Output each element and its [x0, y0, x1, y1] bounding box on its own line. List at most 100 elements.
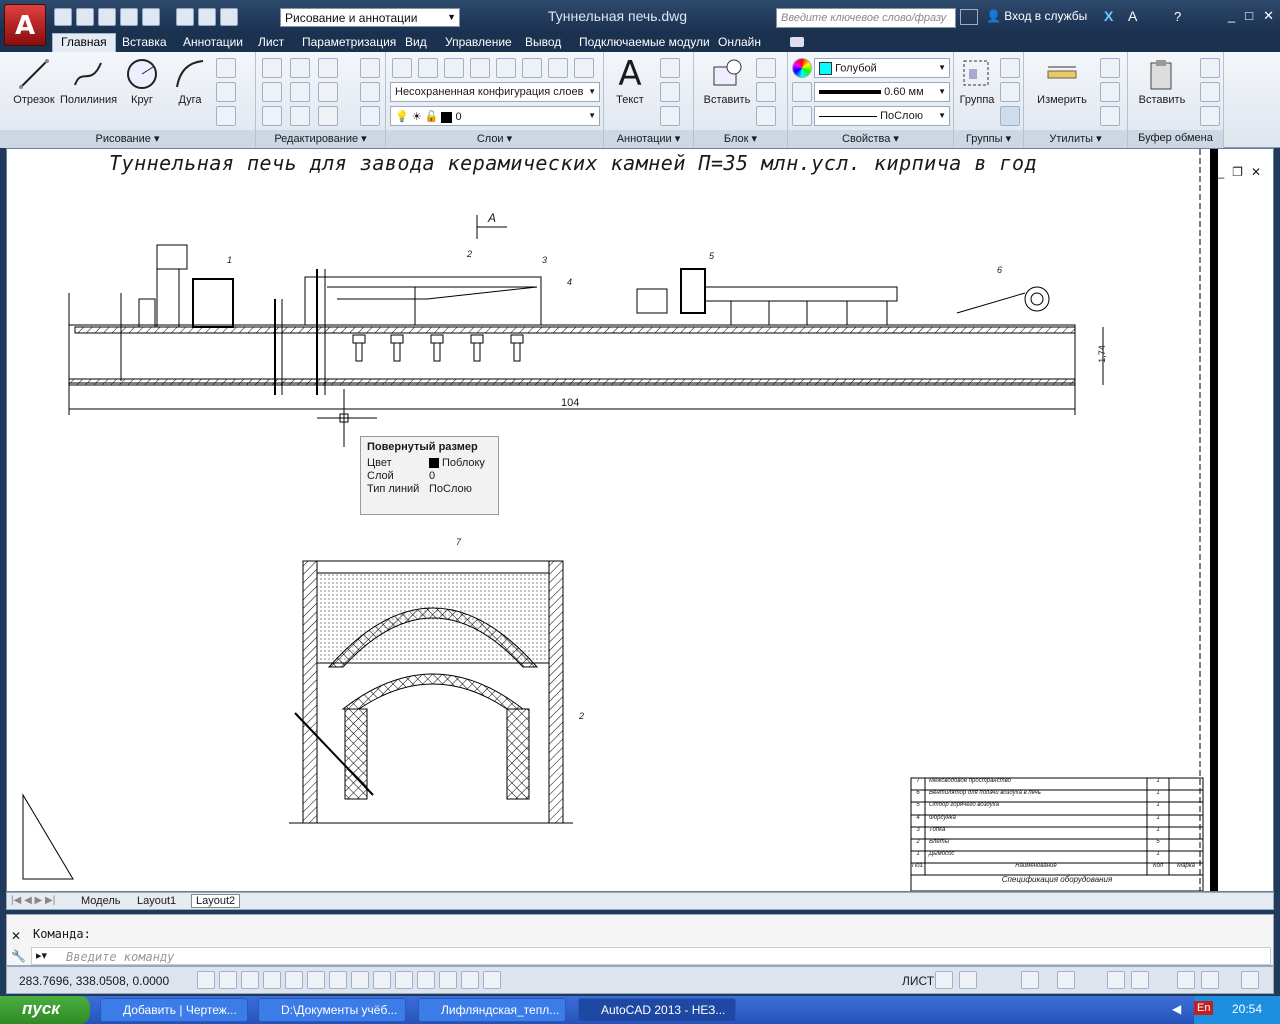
workspace-switch-icon[interactable] — [1107, 971, 1125, 989]
close-icon[interactable]: ✕ — [1263, 8, 1274, 24]
space-toggle[interactable]: ЛИСТ — [902, 974, 934, 988]
tab-layout2[interactable]: Layout2 — [191, 894, 241, 908]
layer-properties-icon[interactable] — [392, 58, 412, 78]
block-attribute-icon[interactable] — [756, 106, 776, 126]
ellipse-icon[interactable] — [216, 82, 236, 102]
select-all-icon[interactable] — [1100, 82, 1120, 102]
help-icon[interactable]: ? — [1174, 9, 1181, 24]
linetype-dropdown[interactable]: ПоСлою ▼ — [814, 106, 950, 126]
lineweight-toggle-icon[interactable] — [417, 971, 435, 989]
otrack-icon[interactable] — [351, 971, 369, 989]
panel-groups-title[interactable]: Группы ▾ — [954, 130, 1023, 148]
erase-icon[interactable] — [360, 58, 380, 78]
minimize-icon[interactable]: _ — [1228, 8, 1235, 24]
group-button[interactable]: Группа — [954, 56, 1000, 106]
panel-properties-title[interactable]: Свойства ▾ — [788, 130, 953, 148]
match-props-icon[interactable] — [1200, 106, 1220, 126]
color-dropdown[interactable]: Голубой ▼ — [814, 58, 950, 78]
selection-cycling-icon[interactable] — [483, 971, 501, 989]
arc-button[interactable]: Дуга — [162, 56, 218, 106]
move-icon[interactable] — [262, 58, 282, 78]
3d-osnap-icon[interactable] — [329, 971, 347, 989]
group-select-icon[interactable] — [1000, 106, 1020, 126]
osnap-icon[interactable] — [307, 971, 325, 989]
layer-match-icon[interactable] — [548, 58, 568, 78]
linetype-icon[interactable] — [792, 106, 812, 126]
transparency-icon[interactable] — [439, 971, 457, 989]
group-edit-icon[interactable] — [1000, 82, 1020, 102]
polyline-button[interactable]: Полилиния — [60, 56, 117, 106]
fillet-icon[interactable] — [318, 82, 338, 102]
isolate-objects-icon[interactable] — [1201, 971, 1219, 989]
create-block-icon[interactable] — [756, 58, 776, 78]
annotation-scale-icon[interactable] — [1057, 971, 1075, 989]
language-indicator[interactable]: En — [1194, 1001, 1214, 1015]
dimension-icon[interactable] — [660, 58, 680, 78]
polar-icon[interactable] — [285, 971, 303, 989]
tab-online[interactable]: Онлайн — [718, 35, 761, 49]
infer-constraints-icon[interactable] — [197, 971, 215, 989]
layer-state-dropdown[interactable]: Несохраненная конфигурация слоев ▼ — [390, 82, 600, 102]
task-autocad[interactable]: AutoCAD 2013 - НЕЗ... — [578, 998, 736, 1022]
tab-layout1[interactable]: Layout1 — [137, 895, 176, 907]
copy-icon[interactable] — [262, 82, 282, 102]
lock-ui-icon[interactable] — [1131, 971, 1149, 989]
publish-icon[interactable] — [142, 8, 160, 26]
layer-isolate-icon[interactable] — [444, 58, 464, 78]
ortho-icon[interactable] — [263, 971, 281, 989]
panel-annotations-title[interactable]: Аннотации ▾ — [604, 130, 693, 148]
save-icon[interactable] — [98, 8, 116, 26]
new-file-icon[interactable] — [54, 8, 72, 26]
ungroup-icon[interactable] — [1000, 58, 1020, 78]
table-icon[interactable] — [660, 106, 680, 126]
panel-block-title[interactable]: Блок ▾ — [694, 130, 787, 148]
binoculars-icon[interactable] — [960, 9, 978, 25]
lineweight-icon[interactable] — [792, 82, 812, 102]
line-button[interactable]: Отрезок — [6, 56, 62, 106]
tab-parametric[interactable]: Параметризация — [302, 35, 396, 49]
stretch-icon[interactable] — [262, 106, 282, 126]
insert-block-button[interactable]: Вставить — [698, 56, 756, 106]
layer-off-icon[interactable] — [470, 58, 490, 78]
tab-annotate[interactable]: Аннотации — [183, 35, 243, 49]
task-explorer[interactable]: D:\Документы учёб... — [258, 998, 406, 1022]
measure-button[interactable]: Измерить — [1030, 56, 1094, 106]
scale-icon[interactable] — [290, 106, 310, 126]
tab-nav-arrows-icon[interactable]: |◀ ◀ ▶ ▶| — [11, 895, 55, 906]
text-button[interactable]: A Текст — [604, 54, 656, 106]
match-properties-icon[interactable] — [792, 58, 812, 78]
paste-button[interactable]: Вставить — [1132, 56, 1192, 106]
quick-view-drawings-icon[interactable] — [959, 971, 977, 989]
explode-icon[interactable] — [360, 82, 380, 102]
tab-layout[interactable]: Лист — [258, 35, 284, 49]
layer-walk-icon[interactable] — [574, 58, 594, 78]
application-menu-button[interactable]: A — [4, 4, 46, 46]
layer-freeze-icon[interactable] — [496, 58, 516, 78]
rectangle-icon[interactable] — [216, 58, 236, 78]
quick-select-icon[interactable] — [1100, 58, 1120, 78]
leader-icon[interactable] — [660, 82, 680, 102]
quick-view-layouts-icon[interactable] — [935, 971, 953, 989]
redo-icon[interactable] — [220, 8, 238, 26]
rotate-icon[interactable] — [290, 58, 310, 78]
drawing-canvas[interactable]: Туннельная печь для завода керамических … — [6, 148, 1274, 892]
layer-lock-icon[interactable] — [522, 58, 542, 78]
cut-icon[interactable] — [1200, 58, 1220, 78]
command-settings-icon[interactable]: 🔧 — [11, 949, 26, 963]
undo-icon[interactable] — [198, 8, 216, 26]
save-as-icon[interactable] — [120, 8, 138, 26]
command-close-icon[interactable]: ✕ — [11, 929, 21, 943]
panel-modify-title[interactable]: Редактирование ▾ — [256, 130, 385, 148]
viewport-minimize-icon[interactable]: _ — [1217, 165, 1224, 179]
tab-model[interactable]: Модель — [81, 895, 120, 907]
tab-output[interactable]: Вывод — [525, 35, 561, 49]
maximize-icon[interactable]: □ — [1245, 8, 1253, 24]
clean-screen-icon[interactable] — [1241, 971, 1259, 989]
plot-icon[interactable] — [176, 8, 194, 26]
panel-draw-title[interactable]: Рисование ▾ — [0, 130, 255, 148]
open-file-icon[interactable] — [76, 8, 94, 26]
tab-insert[interactable]: Вставка — [122, 35, 167, 49]
panel-utilities-title[interactable]: Утилиты ▾ — [1024, 130, 1127, 148]
tab-home[interactable]: Главная — [52, 33, 116, 52]
offset-icon[interactable] — [360, 106, 380, 126]
